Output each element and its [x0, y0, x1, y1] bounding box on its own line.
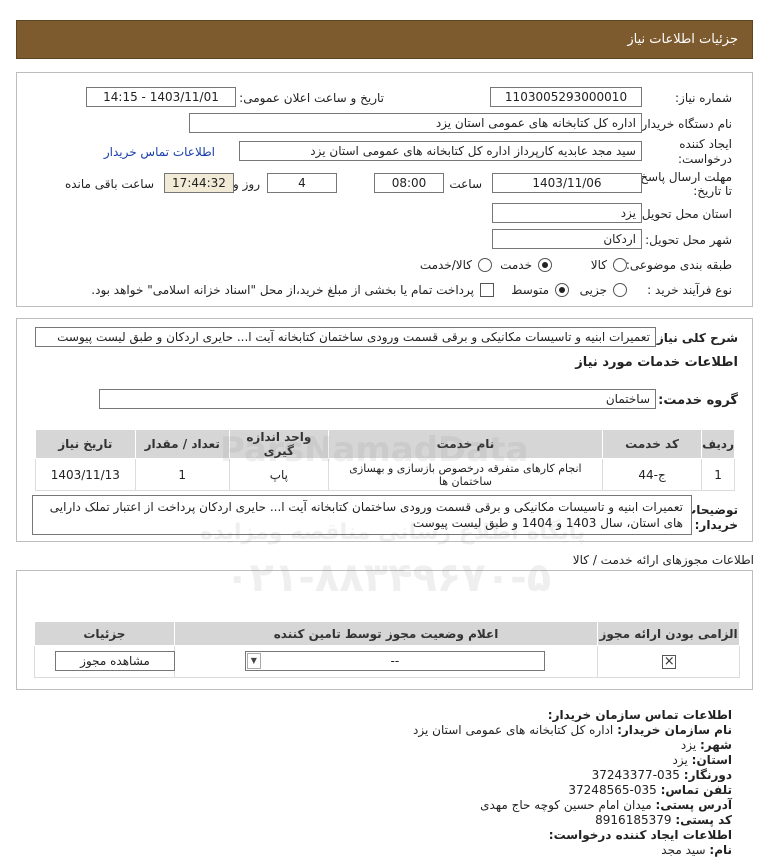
days-label: روز و: [233, 177, 260, 191]
category-radio-goods[interactable]: [613, 258, 627, 272]
remaining-time-field: 17:44:32: [164, 173, 234, 193]
treasury-checkbox[interactable]: [480, 283, 494, 297]
creator-name-label: نام:: [709, 843, 732, 857]
contact-city-label: شهر:: [700, 738, 732, 752]
license-status-select[interactable]: -- ▼: [244, 651, 545, 671]
category-option-service: خدمت: [500, 258, 532, 272]
creator-label-2: درخواست:: [678, 152, 732, 166]
watermark-brand: ParsNamadData: [220, 430, 529, 470]
need-number-field: 1103005293000010: [490, 87, 642, 107]
service-group-field: ساختمان: [99, 389, 656, 409]
service-code: ج-44: [601, 458, 703, 491]
days-field: 4: [267, 173, 337, 193]
buyer-notes-label-2: خریدار:: [694, 518, 738, 532]
summary-label: شرح کلی نیاز:: [652, 331, 738, 345]
licenses-table-header: الزامی بودن ارائه مجوز اعلام وضعیت مجوز …: [34, 621, 740, 646]
deadline-label-2: تا تاریخ:: [693, 184, 732, 198]
creator-name-value: سید مجد: [661, 843, 706, 857]
org-value: اداره کل کتابخانه های عمومی استان یزد: [413, 723, 614, 737]
city-field: اردکان: [492, 229, 642, 249]
col-date: تاریخ نیاز: [35, 429, 136, 459]
category-radio-goods-service[interactable]: [478, 258, 492, 272]
page-header: جزئیات اطلاعات نیاز: [16, 20, 753, 59]
col-details: جزئیات: [34, 621, 175, 646]
contact-city-value: یزد: [680, 738, 697, 752]
creator-field: سید مجد عابدیه کارپرداز اداره کل کتابخان…: [239, 141, 642, 161]
col-status: اعلام وضعیت مجوز توسط تامین کننده: [173, 621, 599, 646]
remaining-label: ساعت باقی مانده: [64, 177, 154, 191]
chevron-down-icon: ▼: [246, 653, 261, 669]
phone-value: 035-37248565: [568, 783, 657, 797]
category-radio-service[interactable]: [538, 258, 552, 272]
creator-label-1: ایجاد کننده: [679, 137, 732, 151]
org-label: نام سازمان خریدار:: [617, 723, 732, 737]
service-qty: 1: [134, 458, 230, 491]
payment-note: پرداخت تمام یا بخشی از مبلغ خرید،از محل …: [91, 283, 474, 297]
need-details-page: جزئیات اطلاعات نیاز شماره نیاز: 11030052…: [0, 0, 770, 857]
creator-info-title: اطلاعات ایجاد کننده درخواست:: [548, 828, 732, 842]
watermark-phone: ۰۲۱-۸۸۳۴۹۶۷۰-۵: [225, 555, 552, 601]
deadline-time-field: 08:00: [374, 173, 444, 193]
col-row: ردیف: [701, 429, 735, 459]
page-title: جزئیات اطلاعات نیاز: [627, 32, 738, 47]
address-label: آدرس پستی:: [655, 798, 732, 812]
col-code: کد خدمت: [601, 429, 703, 459]
watermark-line: پایگاه اطلاع رسانی مناقصه ومزایده: [200, 520, 586, 545]
service-date: 1403/11/13: [35, 458, 136, 491]
contact-title: اطلاعات تماس سازمان خریدار:: [547, 708, 732, 722]
licenses-table: الزامی بودن ارائه مجوز اعلام وضعیت مجوز …: [34, 621, 740, 678]
deadline-date-field: 1403/11/06: [492, 173, 642, 193]
postal-label: کد پستی:: [675, 813, 732, 827]
process-option-medium: متوسط: [511, 283, 549, 297]
details-cell: مشاهده مجوز: [34, 645, 175, 678]
row-number: 1: [701, 458, 735, 491]
buyer-label: نام دستگاه خریدار:: [637, 117, 733, 131]
required-cell: ×: [597, 645, 740, 678]
license-status-value: --: [390, 654, 400, 668]
required-checkbox: ×: [662, 654, 677, 669]
need-number-label: شماره نیاز:: [675, 91, 732, 105]
buyer-field: اداره کل کتابخانه های عمومی استان یزد: [189, 113, 642, 133]
fax-value: 035-37243377: [591, 768, 680, 782]
need-info-panel: شماره نیاز: 1103005293000010 تاریخ و ساع…: [16, 72, 753, 307]
process-radio-medium[interactable]: [555, 283, 569, 297]
fax-label: دورنگار:: [683, 768, 732, 782]
category-label: طبقه بندی موضوعی:: [625, 258, 732, 272]
announce-field: 1403/11/01 - 14:15: [86, 87, 236, 107]
province-field: یزد: [492, 203, 642, 223]
deadline-label-1: مهلت ارسال پاسخ:: [636, 170, 732, 184]
col-qty: تعداد / مقدار: [134, 429, 230, 459]
status-cell: -- ▼: [173, 645, 599, 678]
city-label: شهر محل تحویل:: [645, 233, 732, 247]
category-option-goods: کالا: [590, 258, 607, 272]
process-option-minor: جزیی: [579, 283, 607, 297]
table-row: × -- ▼ مشاهده مجوز: [34, 645, 740, 678]
contact-province-label: استان:: [691, 753, 732, 767]
summary-field: تعمیرات ابنیه و تاسیسات مکانیکی و برقی ق…: [35, 327, 656, 347]
province-label: استان محل تحویل:: [637, 207, 732, 221]
view-license-button[interactable]: مشاهده مجوز: [55, 651, 175, 671]
buyer-notes-label-1: توضیحات: [684, 503, 738, 517]
col-required: الزامی بودن ارائه مجوز: [597, 621, 740, 646]
contact-province-value: یزد: [672, 753, 688, 767]
address-value: میدان امام حسین کوچه حاج مهدی: [480, 798, 652, 812]
phone-label: تلفن تماس:: [660, 783, 732, 797]
process-label: نوع فرآیند خرید :: [647, 283, 732, 297]
announce-label: تاریخ و ساعت اعلان عمومی:: [239, 91, 384, 105]
service-group-label: گروه خدمت:: [658, 393, 738, 408]
licenses-title: اطلاعات مجوزهای ارائه خدمت / کالا: [572, 553, 754, 567]
services-title: اطلاعات خدمات مورد نیاز: [575, 355, 738, 370]
postal-value: 8916185379: [595, 813, 672, 827]
category-option-goods-service: کالا/خدمت: [419, 258, 472, 272]
process-radio-minor[interactable]: [613, 283, 627, 297]
buyer-contact-link[interactable]: اطلاعات تماس خریدار: [104, 145, 215, 159]
deadline-time-label: ساعت: [449, 177, 482, 191]
